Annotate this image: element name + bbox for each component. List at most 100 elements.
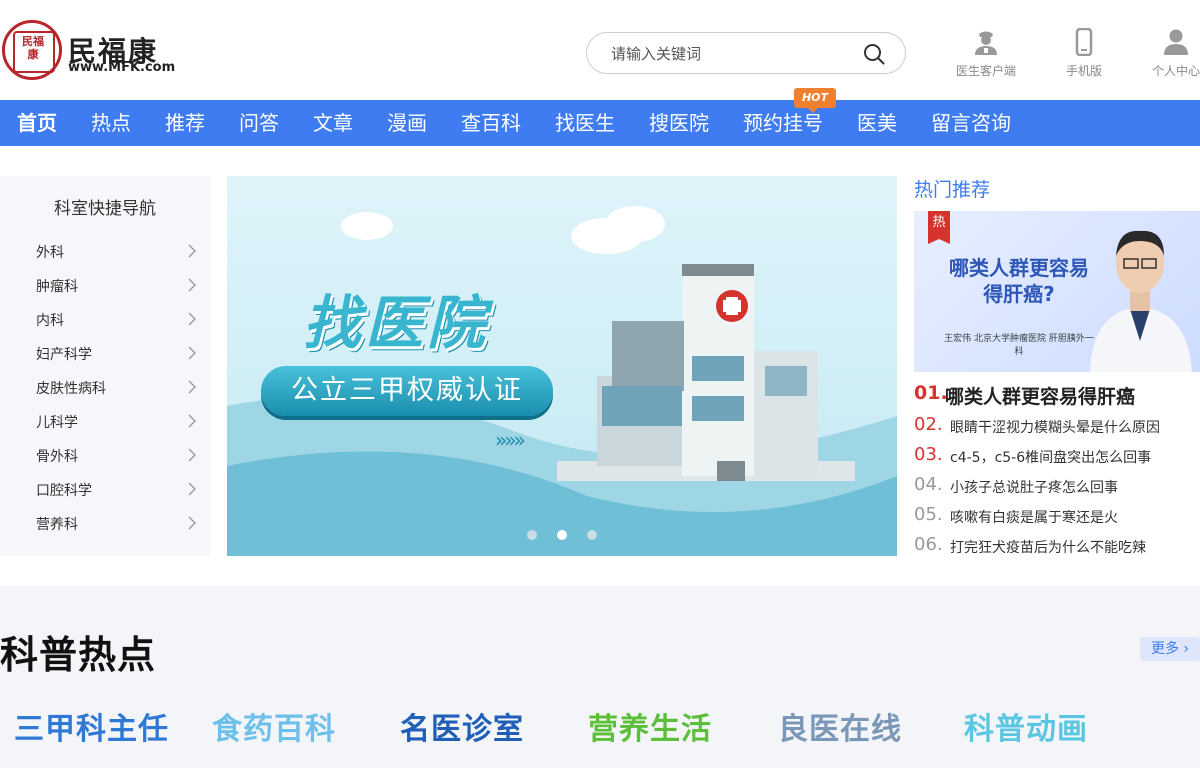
logo[interactable]: 民福康 民福康 www.MFK.com	[0, 18, 190, 82]
nav-comics[interactable]: 漫画	[387, 100, 427, 146]
rank-text: 咳嗽有白痰是属于寒还是火	[950, 510, 1118, 526]
sidebar-item-label: 营养科	[36, 517, 78, 533]
rank-text: 打完狂犬疫苗后为什么不能吃辣	[950, 540, 1146, 556]
hot-title: 热门推荐	[914, 179, 991, 201]
banner-pill: 公立三甲权威认证	[261, 366, 553, 416]
sidebar-item-label: 口腔科学	[36, 483, 92, 499]
sidebar-item-pediatrics[interactable]: 儿科学	[0, 404, 210, 438]
sidebar-item-stomatology[interactable]: 口腔科学	[0, 472, 210, 506]
logo-seal-text: 民福康	[22, 35, 44, 61]
chevron-right-icon	[188, 482, 196, 496]
rank-number: 05.	[914, 504, 943, 525]
chevron-right-icon	[188, 244, 196, 258]
brand-sanjia[interactable]: 三甲科主任	[14, 704, 169, 748]
carousel-dot-1[interactable]	[527, 530, 537, 540]
hot-card-sub: 王宏伟 北京大学肿瘤医院 肝胆胰外一科	[944, 334, 1094, 357]
sidebar-item-oncology[interactable]: 肿瘤科	[0, 268, 210, 302]
more-button[interactable]: 更多 ›	[1140, 637, 1200, 661]
nav-articles[interactable]: 文章	[313, 100, 353, 146]
rank-number: 04.	[914, 474, 943, 495]
chevron-right-icon	[188, 312, 196, 326]
doctor-client-label: 医生客户端	[955, 64, 1016, 78]
hot-card-text: 哪类人群更容易得肝癌?	[949, 256, 1089, 306]
doctor-icon	[975, 31, 997, 55]
department-sidebar: 科室快捷导航 外科 肿瘤科 内科 妇产科学 皮肤性病科 儿科学 骨外科 口腔科学…	[0, 176, 210, 556]
carousel-dot-3[interactable]	[587, 530, 597, 540]
rank-item-3[interactable]: 03. c4-5，c5-6椎间盘突出怎么回事	[914, 444, 1200, 472]
rank-number: 02.	[914, 414, 943, 435]
user-center-link[interactable]: 个人中心	[1136, 28, 1200, 79]
carousel-dots	[527, 530, 607, 542]
sidebar-item-label: 内科	[36, 313, 64, 329]
carousel-dot-2[interactable]	[557, 530, 567, 540]
chevron-right-icon	[188, 516, 196, 530]
hot-tag: 热	[928, 211, 950, 244]
nav-consult[interactable]: 留言咨询	[931, 100, 1011, 146]
nav-qa[interactable]: 问答	[239, 100, 279, 146]
rank-text: 哪类人群更容易得肝癌	[945, 386, 1136, 408]
rank-number: 06.	[914, 534, 943, 555]
chevron-right-icon	[188, 278, 196, 292]
banner-arrows: »»»	[495, 428, 526, 452]
user-center-label: 个人中心	[1151, 64, 1200, 78]
nav-hot[interactable]: 热点	[91, 100, 131, 146]
chevron-right-icon	[188, 414, 196, 428]
logo-seal: 民福康	[2, 20, 62, 80]
rank-number: 01.	[914, 382, 948, 404]
banner-title: 找医院	[303, 289, 490, 357]
sidebar-item-obstetrics[interactable]: 妇产科学	[0, 336, 210, 370]
rank-text: 眼睛干涩视力模糊头晕是什么原因	[950, 420, 1160, 436]
rank-item-5[interactable]: 05. 咳嗽有白痰是属于寒还是火	[914, 504, 1200, 532]
search-input[interactable]	[611, 43, 851, 65]
sidebar-item-label: 肿瘤科	[36, 279, 78, 295]
user-icon	[1164, 29, 1188, 55]
nav-find-hospital[interactable]: 搜医院	[649, 100, 709, 146]
mobile-link[interactable]: 手机版	[1044, 28, 1124, 79]
rank-item-1[interactable]: 01. 哪类人群更容易得肝癌	[914, 382, 1200, 410]
brand-famous-doctor[interactable]: 名医诊室	[400, 704, 524, 748]
rank-text: c4-5，c5-6椎间盘突出怎么回事	[950, 450, 1152, 466]
logo-url: www.MFK.com	[68, 60, 176, 75]
sidebar-item-label: 骨外科	[36, 449, 78, 465]
sidebar-item-dermatology[interactable]: 皮肤性病科	[0, 370, 210, 404]
sidebar-item-label: 外科	[36, 245, 64, 261]
doctor-photo	[1090, 230, 1192, 372]
chevron-right-icon	[188, 380, 196, 394]
nav-aesthetics[interactable]: 医美	[857, 100, 897, 146]
nav-find-doctor[interactable]: 找医生	[555, 100, 615, 146]
rank-item-4[interactable]: 04. 小孩子总说肚子疼怎么回事	[914, 474, 1200, 502]
rank-item-6[interactable]: 06. 打完狂犬疫苗后为什么不能吃辣	[914, 534, 1200, 562]
science-hot-section: 科普热点 更多 › 三甲科主任 食药百科 名医诊室 营养生活 良医在线 科普动画	[0, 586, 1200, 768]
phone-icon	[1075, 28, 1093, 56]
search-box	[586, 32, 906, 74]
sidebar-title: 科室快捷导航	[54, 199, 156, 219]
header: 民福康 民福康 www.MFK.com 医生客户端 手机版 个人中心	[0, 0, 1200, 100]
more-label: 更多	[1150, 641, 1179, 657]
sidebar-item-nutrition[interactable]: 营养科	[0, 506, 210, 540]
brand-food-drug[interactable]: 食药百科	[212, 704, 336, 748]
brand-nutrition[interactable]: 营养生活	[588, 704, 712, 748]
chevron-right-icon	[188, 448, 196, 462]
mobile-label: 手机版	[1065, 64, 1102, 78]
brand-good-doctor[interactable]: 良医在线	[778, 704, 902, 748]
sidebar-item-label: 妇产科学	[36, 347, 92, 363]
brand-animation[interactable]: 科普动画	[964, 704, 1088, 748]
hot-badge: HOT	[794, 88, 836, 113]
sidebar-item-label: 皮肤性病科	[36, 381, 106, 397]
doctor-client-link[interactable]: 医生客户端	[946, 28, 1026, 79]
hot-card[interactable]: 热 哪类人群更容易得肝癌? 王宏伟 北京大学肿瘤医院 肝胆胰外一科	[914, 211, 1200, 372]
search-icon[interactable]	[863, 43, 885, 65]
sidebar-item-internal[interactable]: 内科	[0, 302, 210, 336]
nav-home[interactable]: 首页	[17, 100, 57, 146]
rank-text: 小孩子总说肚子疼怎么回事	[950, 480, 1118, 496]
banner-carousel[interactable]: 找医院 公立三甲权威认证 »»»	[227, 176, 897, 556]
nav-encyclopedia[interactable]: 查百科	[461, 100, 521, 146]
chevron-right-icon	[188, 346, 196, 360]
nav-recommend[interactable]: 推荐	[165, 100, 205, 146]
rank-item-2[interactable]: 02. 眼睛干涩视力模糊头晕是什么原因	[914, 414, 1200, 442]
sidebar-item-label: 儿科学	[36, 415, 78, 431]
rank-number: 03.	[914, 444, 943, 465]
main-nav: 首页 热点 推荐 问答 文章 漫画 查百科 找医生 搜医院 预约挂号 医美 留言…	[0, 100, 1200, 146]
sidebar-item-surgery[interactable]: 外科	[0, 234, 210, 268]
sidebar-item-orthopedics[interactable]: 骨外科	[0, 438, 210, 472]
